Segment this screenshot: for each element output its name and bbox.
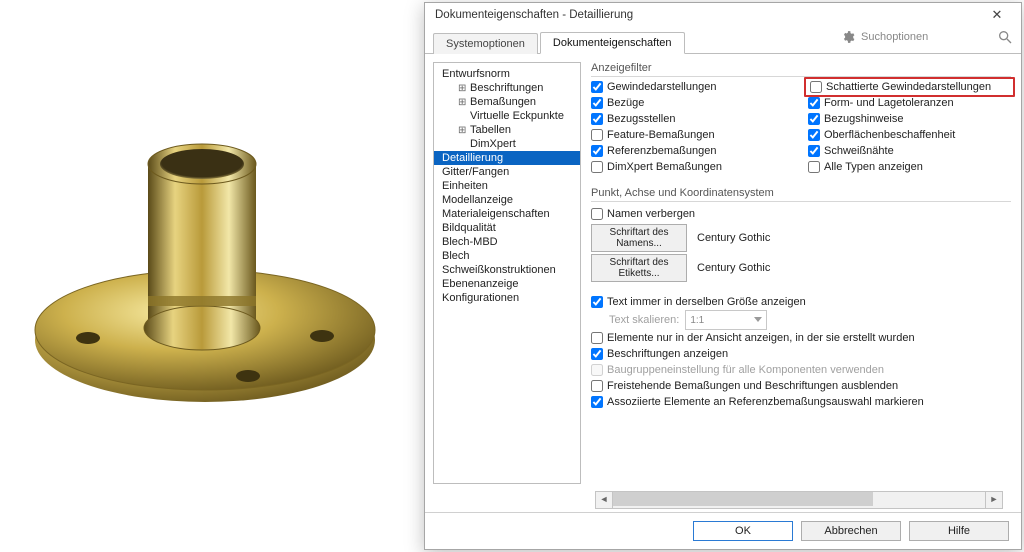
tab-document-properties[interactable]: Dokumenteigenschaften <box>540 32 685 54</box>
text-scale-row: Text skalieren: 1:1 <box>609 310 1011 330</box>
tree-item[interactable]: Einheiten <box>434 179 580 193</box>
filter-checkbox[interactable]: Bezugsstellen <box>591 111 794 127</box>
label-font-value: Century Gothic <box>697 262 770 274</box>
gear-icon[interactable] <box>841 30 855 44</box>
filter-checkbox[interactable]: Bezüge <box>591 95 794 111</box>
tree-item[interactable]: Gitter/Fangen <box>434 165 580 179</box>
filter-checkbox[interactable]: Referenzbemaßungen <box>591 143 794 159</box>
scroll-left-arrow[interactable]: ◄ <box>595 491 613 509</box>
tree-item[interactable]: ⊞DimXpert <box>434 137 580 151</box>
hide-detached-checkbox[interactable]: Freistehende Bemaßungen und Beschriftung… <box>591 378 1011 394</box>
tree-item[interactable]: ⊞Beschriftungen <box>434 81 580 95</box>
dialog-titlebar: Dokumenteigenschaften - Detaillierung ✕ <box>425 3 1021 27</box>
label-font-button[interactable]: Schriftart des Etiketts... <box>591 254 687 282</box>
tree-item[interactable]: Materialeigenschaften <box>434 207 580 221</box>
tree-item[interactable]: ⊞Virtuelle Eckpunkte <box>434 109 580 123</box>
tab-system-options[interactable]: Systemoptionen <box>433 33 538 54</box>
tree-item[interactable]: Bildqualität <box>434 221 580 235</box>
tree-item[interactable]: Schweißkonstruktionen <box>434 263 580 277</box>
filter-checkbox[interactable]: Alle Typen anzeigen <box>808 159 1011 175</box>
scroll-thumb[interactable] <box>613 492 873 506</box>
tree-item[interactable]: ⊞Bemaßungen <box>434 95 580 109</box>
same-size-checkbox[interactable]: Text immer in derselben Größe anzeigen <box>591 294 1011 310</box>
document-properties-dialog: Dokumenteigenschaften - Detaillierung ✕ … <box>424 2 1022 550</box>
tree-item[interactable]: Modellanzeige <box>434 193 580 207</box>
tab-bar: Systemoptionen Dokumenteigenschaften <box>425 27 1021 54</box>
filter-checkbox[interactable]: Oberflächenbeschaffenheit <box>808 127 1011 143</box>
coord-heading: Punkt, Achse und Koordinatensystem <box>591 187 1011 202</box>
search-options <box>841 27 1013 47</box>
close-icon[interactable]: ✕ <box>979 5 1015 25</box>
name-font-button[interactable]: Schriftart des Namens... <box>591 224 687 252</box>
filter-checkbox[interactable]: Gewindedarstellungen <box>591 79 794 95</box>
tree-item-detailing[interactable]: Detaillierung <box>434 151 580 165</box>
filter-checkbox-shaded-threads[interactable]: Schattierte Gewindedarstellungen <box>810 79 1009 95</box>
highlighted-option: Schattierte Gewindedarstellungen <box>804 77 1015 97</box>
filter-checkbox[interactable]: Feature-Bemaßungen <box>591 127 794 143</box>
search-input[interactable] <box>859 27 993 47</box>
filter-checkbox[interactable]: Form- und Lagetoleranzen <box>808 95 1011 111</box>
dialog-button-row: OK Abbrechen Hilfe <box>425 512 1021 549</box>
filter-checkbox[interactable]: Schweißnähte <box>808 143 1011 159</box>
name-font-value: Century Gothic <box>697 232 770 244</box>
model-viewport[interactable] <box>0 0 420 552</box>
hide-names-checkbox[interactable]: Namen verbergen <box>591 206 1011 222</box>
tree-item[interactable]: Blech-MBD <box>434 235 580 249</box>
text-scale-combo[interactable]: 1:1 <box>685 310 767 330</box>
detailing-settings-pane: Anzeigefilter Gewindedarstellungen Schat… <box>581 54 1021 492</box>
cancel-button[interactable]: Abbrechen <box>801 521 901 541</box>
filter-checkbox[interactable]: DimXpert Bemaßungen <box>591 159 794 175</box>
tree-item[interactable]: ⊞Tabellen <box>434 123 580 137</box>
view-only-checkbox[interactable]: Elemente nur in der Ansicht anzeigen, in… <box>591 330 1011 346</box>
help-button[interactable]: Hilfe <box>909 521 1009 541</box>
tree-item[interactable]: Ebenenanzeige <box>434 277 580 291</box>
ok-button[interactable]: OK <box>693 521 793 541</box>
category-tree[interactable]: Entwurfsnorm ⊞Beschriftungen ⊞Bemaßungen… <box>433 62 581 484</box>
filter-checkbox[interactable]: Bezugshinweise <box>808 111 1011 127</box>
tree-item-root[interactable]: Entwurfsnorm <box>434 67 580 81</box>
show-annotations-checkbox[interactable]: Beschriftungen anzeigen <box>591 346 1011 362</box>
mark-assoc-checkbox[interactable]: Assoziierte Elemente an Referenzbemaßung… <box>591 394 1011 410</box>
display-filter-heading: Anzeigefilter <box>591 62 1011 77</box>
assembly-setting-checkbox: Baugruppeneinstellung für alle Komponent… <box>591 362 1011 378</box>
scroll-right-arrow[interactable]: ► <box>985 491 1003 509</box>
tree-item[interactable]: Blech <box>434 249 580 263</box>
brass-flange-part <box>20 120 400 420</box>
horizontal-scrollbar[interactable]: ◄ ► <box>595 492 1003 508</box>
dialog-title: Dokumenteigenschaften - Detaillierung <box>435 9 633 21</box>
tree-item[interactable]: Konfigurationen <box>434 291 580 305</box>
search-icon[interactable] <box>997 29 1013 45</box>
